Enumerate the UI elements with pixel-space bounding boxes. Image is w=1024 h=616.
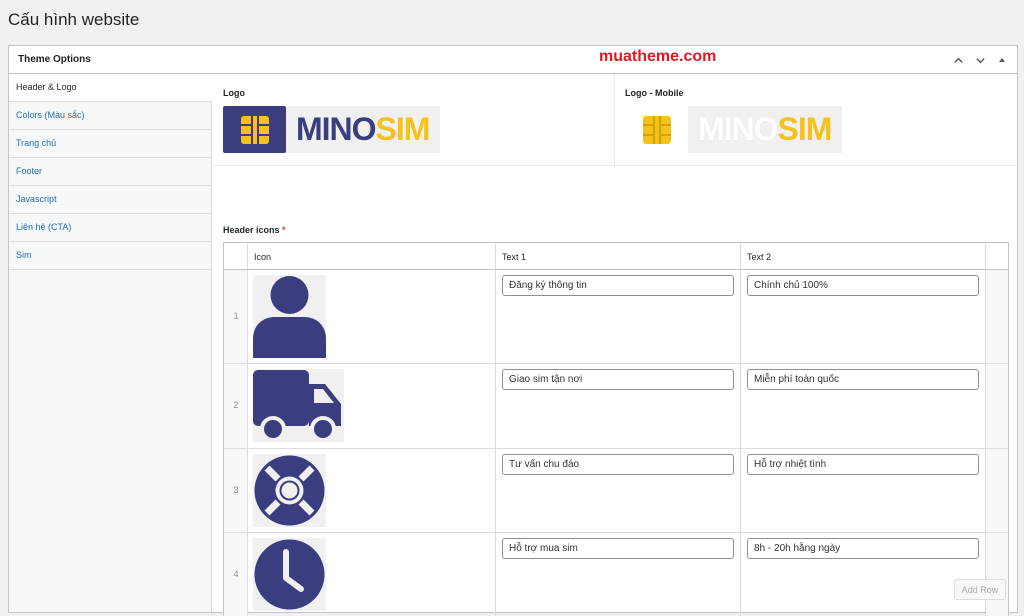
header-icons-table: Icon Text 1 Text 2 1 Đăng ký thông tin C… (223, 242, 1009, 616)
add-row-button[interactable]: Add Row (954, 579, 1006, 600)
tab-lien-he[interactable]: Liên hệ (CTA) (9, 214, 211, 242)
header-icons-label-text: Header icons (223, 225, 280, 235)
tab-colors[interactable]: Colors (Màu sắc) (9, 102, 211, 130)
page-title: Cấu hình website (8, 10, 140, 29)
logo-mobile-label: Logo - Mobile (625, 88, 684, 98)
logo-wordmark: MINO SIM (286, 106, 440, 153)
logo-field: Logo MINO SIM (213, 74, 615, 166)
table-row: 4 Hỗ trợ mua sim 8h - 20h hằng ngày (224, 533, 1008, 616)
table-header: Icon Text 1 Text 2 (224, 243, 1008, 270)
text2-input[interactable]: Miễn phí toàn quốc (747, 369, 979, 390)
text1-input[interactable]: Tư vấn chu đáo (502, 454, 734, 475)
logo-label: Logo (223, 88, 245, 98)
text2-input[interactable]: Chính chủ 100% (747, 275, 979, 296)
required-mark: * (282, 225, 286, 235)
watermark-text: muatheme.com (599, 48, 717, 65)
column-header-icon: Icon (254, 252, 272, 262)
text1-input[interactable]: Đăng ký thông tin (502, 275, 734, 296)
text2-input[interactable]: 8h - 20h hằng ngày (747, 538, 979, 559)
text2-input[interactable]: Hỗ trợ nhiệt tình (747, 454, 979, 475)
triangle-up-icon[interactable] (993, 51, 1011, 69)
logo-mobile-wordmark: MINO SIM (688, 106, 842, 153)
text1-input[interactable]: Hỗ trợ mua sim (502, 538, 734, 559)
row-actions[interactable] (986, 364, 1008, 448)
column-header-text2: Text 2 (747, 252, 772, 262)
logo-wordmark-part1: MINO (296, 111, 377, 147)
tab-javascript[interactable]: Javascript (9, 186, 211, 214)
logo-mobile-image[interactable]: MINO SIM (625, 106, 842, 153)
logo-wordmark-part2: SIM (375, 111, 431, 147)
clock-icon[interactable] (253, 538, 326, 611)
panel-header: Theme Options muatheme.com (9, 46, 1017, 74)
panel-title: Theme Options (18, 54, 91, 65)
text1-input[interactable]: Giao sim tận nơi (502, 369, 734, 390)
row-actions[interactable] (986, 533, 1008, 616)
lifebuoy-icon[interactable] (253, 454, 326, 527)
truck-icon[interactable] (253, 369, 344, 442)
tab-footer[interactable]: Footer (9, 158, 211, 186)
theme-options-panel: Theme Options muatheme.com Header & Logo… (8, 45, 1019, 616)
logo-mobile-wordmark-part2: SIM (777, 111, 833, 147)
sim-chip-icon (223, 106, 286, 153)
row-number: 1 (233, 311, 239, 321)
sim-chip-icon (625, 106, 688, 153)
logo-image[interactable]: MINO SIM (223, 106, 440, 153)
header-icons-label: Header icons * (223, 225, 286, 235)
logo-fields: Logo MINO SIM Logo - Mobile MINO SIM (213, 74, 1019, 166)
table-row: 2 Giao sim tận nơi Miễn phí toàn quốc (224, 364, 1008, 449)
tab-content: Logo MINO SIM Logo - Mobile MINO SIM Hea… (213, 74, 1019, 616)
row-number: 2 (233, 400, 239, 410)
chevron-up-icon[interactable] (949, 51, 967, 69)
panel-actions (949, 51, 1011, 69)
column-header-text1: Text 1 (502, 252, 527, 262)
chevron-down-icon[interactable] (971, 51, 989, 69)
table-row: 1 Đăng ký thông tin Chính chủ 100% (224, 270, 1008, 364)
logo-mobile-wordmark-part1: MINO (698, 111, 779, 147)
tab-header-logo[interactable]: Header & Logo (9, 74, 212, 102)
logo-mobile-field: Logo - Mobile MINO SIM (615, 74, 1017, 166)
options-tabs: Header & Logo Colors (Màu sắc) Trang chủ… (9, 74, 212, 612)
tab-sim[interactable]: Sim (9, 242, 211, 270)
row-actions[interactable] (986, 449, 1008, 532)
table-row: 3 Tư vấn chu đáo Hỗ trợ nhiệt tình (224, 449, 1008, 533)
user-icon[interactable] (253, 275, 326, 358)
tab-trang-chu[interactable]: Trang chủ (9, 130, 211, 158)
row-actions[interactable] (986, 270, 1008, 363)
row-number: 3 (233, 485, 239, 495)
row-number: 4 (233, 569, 239, 579)
